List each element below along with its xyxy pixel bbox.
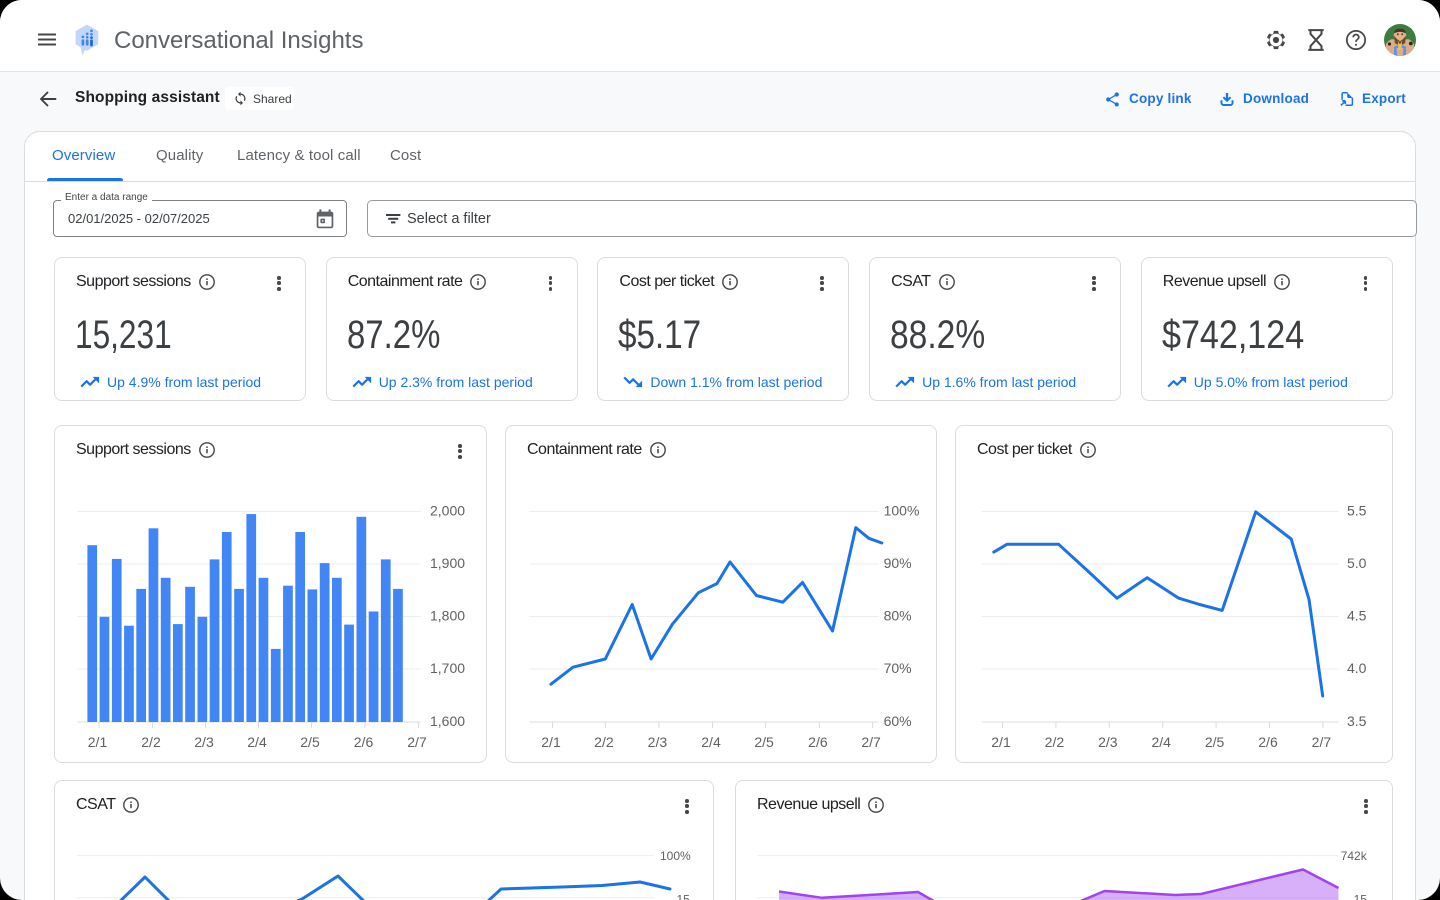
svg-text:2/4: 2/4	[247, 734, 267, 750]
svg-text:60%: 60%	[884, 713, 912, 729]
svg-text:2/3: 2/3	[648, 734, 668, 750]
svg-text:1,700: 1,700	[430, 660, 465, 676]
svg-text:2/2: 2/2	[594, 734, 614, 750]
svg-text:2/1: 2/1	[541, 734, 561, 750]
svg-text:5.0: 5.0	[1347, 555, 1367, 571]
svg-text:5.5: 5.5	[1347, 503, 1367, 519]
svg-text:3.5: 3.5	[1347, 713, 1367, 729]
svg-text:2/3: 2/3	[194, 734, 214, 750]
svg-text:4.5: 4.5	[1347, 608, 1367, 624]
svg-text:2/3: 2/3	[1098, 734, 1118, 750]
svg-text:2/4: 2/4	[701, 734, 721, 750]
svg-text:1,600: 1,600	[430, 713, 465, 729]
svg-text:100%: 100%	[884, 503, 920, 519]
svg-text:2/2: 2/2	[141, 734, 161, 750]
svg-text:2/5: 2/5	[754, 734, 774, 750]
svg-text:15: 15	[1354, 892, 1368, 900]
svg-text:2/1: 2/1	[991, 734, 1011, 750]
svg-text:2/7: 2/7	[861, 734, 881, 750]
svg-text:2,000: 2,000	[430, 503, 465, 519]
svg-text:15: 15	[677, 892, 691, 900]
svg-text:2/6: 2/6	[808, 734, 828, 750]
svg-text:100%: 100%	[660, 849, 691, 863]
svg-text:2/4: 2/4	[1151, 734, 1171, 750]
svg-text:1,900: 1,900	[430, 555, 465, 571]
svg-text:80%: 80%	[884, 608, 912, 624]
svg-text:2/6: 2/6	[1258, 734, 1278, 750]
svg-text:1,800: 1,800	[430, 608, 465, 624]
svg-text:742k: 742k	[1341, 849, 1368, 863]
svg-text:2/1: 2/1	[88, 734, 108, 750]
svg-text:2/7: 2/7	[407, 734, 427, 750]
svg-text:90%: 90%	[884, 555, 912, 571]
svg-text:2/5: 2/5	[300, 734, 320, 750]
svg-text:2/7: 2/7	[1312, 734, 1332, 750]
svg-text:70%: 70%	[884, 660, 912, 676]
svg-text:2/6: 2/6	[354, 734, 374, 750]
svg-text:4.0: 4.0	[1347, 660, 1367, 676]
svg-text:2/2: 2/2	[1045, 734, 1065, 750]
svg-text:2/5: 2/5	[1205, 734, 1225, 750]
